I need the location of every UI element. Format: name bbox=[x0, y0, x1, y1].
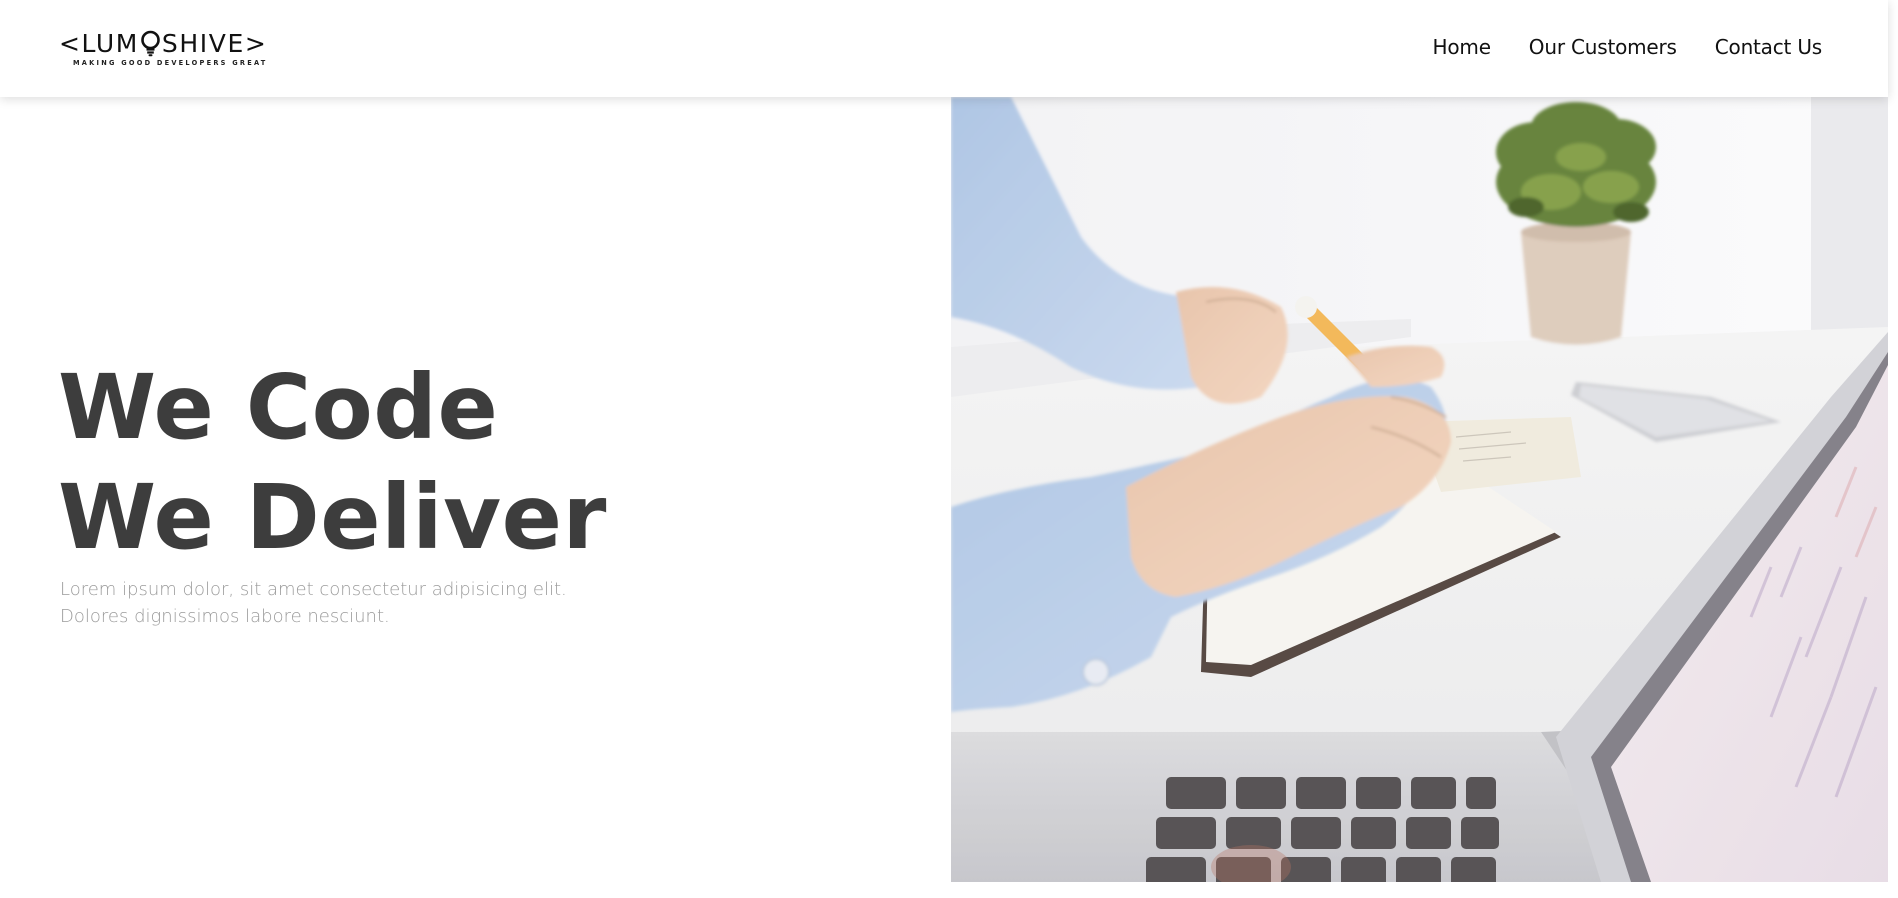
hero-heading-line-1: We Code bbox=[58, 355, 499, 459]
nav-home[interactable]: Home bbox=[1433, 35, 1491, 59]
page: <LUM SHIVE> MAKING GOOD DEVELOPERS GREAT… bbox=[0, 0, 1898, 898]
hero-heading-line-2: We Deliver bbox=[58, 465, 607, 569]
hero-subtitle-line-1: Lorem ipsum dolor, sit amet consectetur … bbox=[60, 579, 567, 600]
hero-image bbox=[951, 97, 1888, 882]
logo-wordmark: <LUM SHIVE> bbox=[59, 28, 271, 58]
logo-wordmark-right: SHIVE> bbox=[161, 28, 268, 58]
hero-subtitle: Lorem ipsum dolor, sit amet consectetur … bbox=[60, 576, 600, 630]
desk-workspace-illustration bbox=[951, 97, 1888, 882]
hero-subtitle-line-2: Dolores dignissimos labore nesciunt. bbox=[60, 606, 390, 627]
site-header: <LUM SHIVE> MAKING GOOD DEVELOPERS GREAT… bbox=[0, 0, 1888, 97]
site-logo[interactable]: <LUM SHIVE> MAKING GOOD DEVELOPERS GREAT bbox=[59, 28, 271, 72]
logo-wordmark-left: <LUM bbox=[59, 28, 139, 58]
nav-our-customers[interactable]: Our Customers bbox=[1529, 35, 1677, 59]
main-nav: Home Our Customers Contact Us bbox=[1433, 35, 1823, 59]
lightbulb-icon bbox=[140, 30, 161, 57]
nav-contact-us[interactable]: Contact Us bbox=[1715, 35, 1822, 59]
hero-heading: We Code We Deliver bbox=[58, 352, 607, 572]
logo-tagline: MAKING GOOD DEVELOPERS GREAT bbox=[73, 59, 268, 67]
